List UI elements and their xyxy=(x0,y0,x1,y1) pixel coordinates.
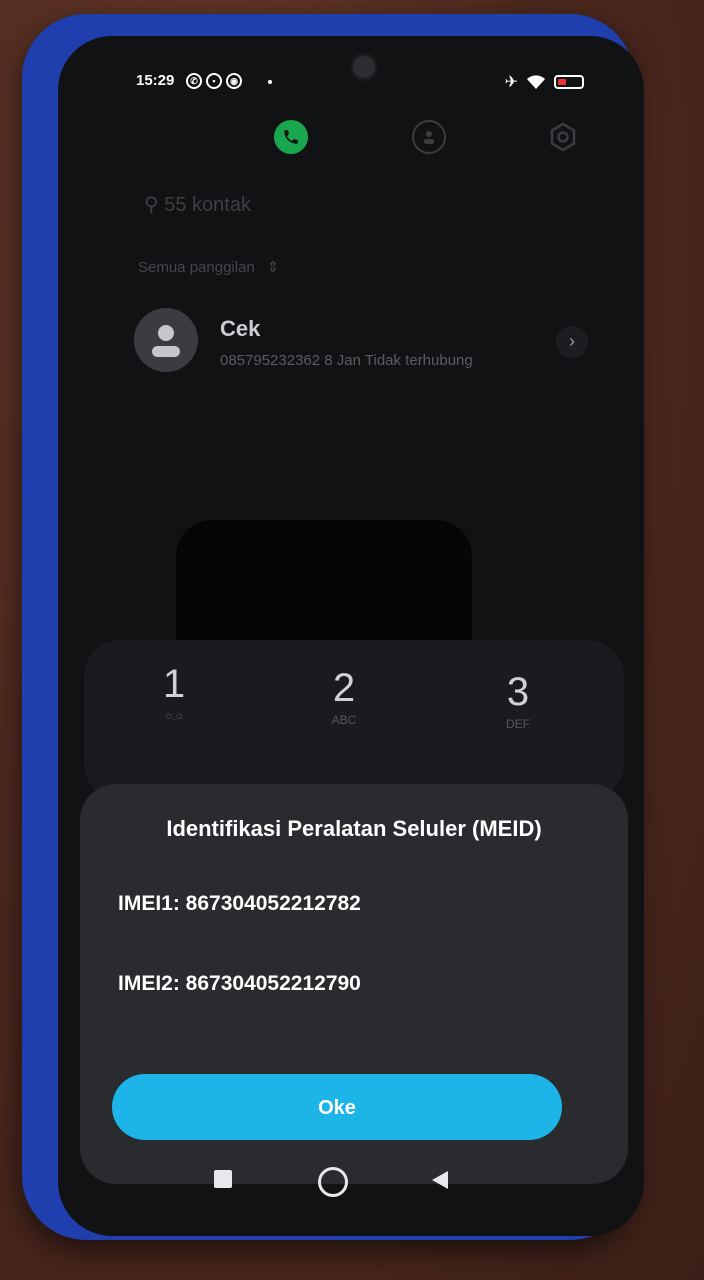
status-bar: 15:29 ✆ ▪ ◉ ✈ xyxy=(58,72,644,96)
call-details: 085795232362 8 Jan Tidak terhubung xyxy=(220,352,473,369)
person-icon xyxy=(152,325,180,357)
status-time: 15:29 xyxy=(136,72,175,89)
app-notification-icon: ◉ xyxy=(226,73,242,89)
contact-search[interactable]: ⚲ 55 kontak xyxy=(144,192,251,217)
phone-frame: 15:29 ✆ ▪ ◉ ✈ ⚲ 55 kontak Semua panggila… xyxy=(22,14,644,1240)
key-1[interactable]: 1 ○.○ xyxy=(124,662,224,723)
key-letters: ABC xyxy=(331,713,357,727)
meid-dialog: Identifikasi Peralatan Seluler (MEID) IM… xyxy=(80,784,628,1184)
key-letters: DEF xyxy=(506,717,530,731)
key-digit: 1 xyxy=(162,662,186,706)
whatsapp-icon: ✆ xyxy=(186,73,202,89)
key-digit: 2 xyxy=(332,666,356,710)
key-3[interactable]: 3 DEF xyxy=(468,670,568,731)
back-triangle-icon[interactable] xyxy=(430,1170,450,1190)
voicemail-icon: ○.○ xyxy=(165,709,183,723)
ok-button[interactable]: Oke xyxy=(112,1074,562,1140)
wifi-icon xyxy=(527,75,545,89)
notification-icons: ✆ ▪ ◉ xyxy=(186,73,242,89)
airplane-mode-icon: ✈ xyxy=(504,74,518,91)
chevron-right-icon[interactable]: › xyxy=(556,326,588,358)
call-date: 8 Jan xyxy=(324,352,361,369)
settings-button[interactable] xyxy=(546,120,580,154)
search-icon: ⚲ xyxy=(144,194,165,216)
call-filter-label: Semua panggilan xyxy=(138,259,255,276)
imei2-text: IMEI2: 867304052212790 xyxy=(118,972,361,995)
key-2[interactable]: 2 ABC xyxy=(294,666,394,727)
gear-icon xyxy=(550,122,576,152)
recent-call-item[interactable]: Cek 085795232362 8 Jan Tidak terhubung › xyxy=(134,308,588,378)
imei1-text: IMEI1: 867304052212782 xyxy=(118,892,361,915)
status-right: ✈ xyxy=(505,72,584,92)
sort-arrows-icon: ⇕ xyxy=(266,259,280,276)
tab-contacts[interactable] xyxy=(412,120,446,154)
call-status: Tidak terhubung xyxy=(364,352,473,369)
search-placeholder: 55 kontak xyxy=(164,194,251,216)
call-filter-dropdown[interactable]: Semua panggilan ⇕ xyxy=(138,258,279,276)
navigation-bar xyxy=(58,1156,644,1216)
battery-icon xyxy=(554,75,584,89)
app-notification-icon: ▪ xyxy=(206,73,222,89)
caller-name: Cek xyxy=(220,316,261,341)
tab-phone[interactable] xyxy=(274,120,308,154)
home-circle-icon[interactable] xyxy=(318,1167,348,1197)
call-number: 085795232362 xyxy=(220,352,321,369)
dialpad: 1 ○.○ 2 ABC 3 DEF xyxy=(84,640,624,800)
more-notifications-dot-icon xyxy=(268,80,272,84)
phone-icon xyxy=(284,130,298,144)
recents-square-icon[interactable] xyxy=(214,1170,232,1188)
avatar xyxy=(134,308,198,372)
key-digit: 3 xyxy=(506,670,530,714)
screen: 15:29 ✆ ▪ ◉ ✈ ⚲ 55 kontak Semua panggila… xyxy=(58,36,644,1236)
dialog-title: Identifikasi Peralatan Seluler (MEID) xyxy=(166,816,542,841)
contact-icon xyxy=(424,131,434,144)
